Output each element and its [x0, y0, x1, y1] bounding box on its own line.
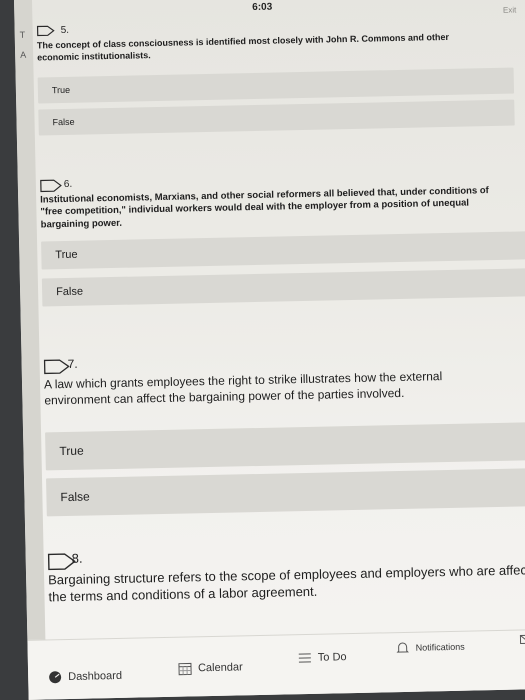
question-header: 8. — [47, 541, 525, 571]
bell-icon — [396, 641, 410, 655]
flag-question-icon[interactable] — [36, 25, 55, 37]
question-text: Bargaining structure refers to the scope… — [47, 561, 525, 605]
option-label: False — [60, 489, 90, 505]
answer-true[interactable]: True — [41, 231, 525, 270]
option-label: False — [56, 285, 84, 299]
question-8: 8. Bargaining structure refers to the sc… — [47, 541, 525, 606]
question-number: 5. — [60, 24, 70, 37]
todo-list-icon — [298, 651, 312, 665]
nav-todo-label: To Do — [317, 651, 347, 664]
option-label: True — [55, 248, 78, 262]
nav-calendar[interactable]: Calendar — [178, 660, 243, 676]
question-6: 6. Institutional economists, Marxians, a… — [40, 169, 525, 307]
question-text: A law which grants employees the right t… — [43, 369, 443, 408]
question-7: 7. A law which grants employees the righ… — [43, 347, 525, 517]
option-label: True — [51, 85, 71, 96]
answer-true[interactable]: True — [45, 422, 525, 471]
answer-true[interactable]: True — [37, 67, 515, 104]
sidebar-letter: A — [20, 49, 27, 60]
flag-question-icon[interactable] — [43, 358, 70, 374]
flag-question-icon[interactable] — [40, 179, 62, 193]
answer-false[interactable]: False — [46, 468, 525, 517]
flag-question-icon[interactable] — [47, 553, 76, 571]
dashboard-icon — [48, 670, 62, 684]
answer-false[interactable]: False — [41, 268, 525, 307]
question-number: 6. — [63, 178, 73, 190]
nav-dashboard[interactable]: Dashboard — [48, 669, 122, 685]
mail-icon — [519, 632, 525, 646]
question-text: Institutional economists, Marxians, and … — [40, 185, 489, 231]
question-text: The concept of class consciousness is id… — [36, 31, 450, 63]
option-label: False — [52, 117, 75, 128]
question-5: 5. The concept of class consciousness is… — [37, 15, 525, 136]
bottom-navigation: Dashboard Calendar To Do Notifications — [27, 628, 525, 700]
nav-inbox[interactable] — [519, 632, 525, 646]
nav-todo[interactable]: To Do — [298, 650, 347, 665]
nav-calendar-label: Calendar — [197, 661, 243, 675]
answer-false[interactable]: False — [38, 99, 515, 136]
nav-notifications-label: Notifications — [415, 641, 465, 653]
nav-dashboard-label: Dashboard — [68, 669, 123, 684]
option-label: True — [59, 443, 84, 459]
nav-notifications[interactable]: Notifications — [396, 640, 465, 655]
calendar-icon — [178, 661, 192, 676]
question-header: 7. — [43, 347, 525, 374]
status-bar-time: 6:03 — [252, 1, 273, 14]
sidebar-letter: T — [19, 29, 26, 40]
exit-button[interactable]: Exit — [503, 5, 517, 14]
quiz-screen: T A 6:03 Exit 5. The concept of class co… — [14, 0, 525, 700]
